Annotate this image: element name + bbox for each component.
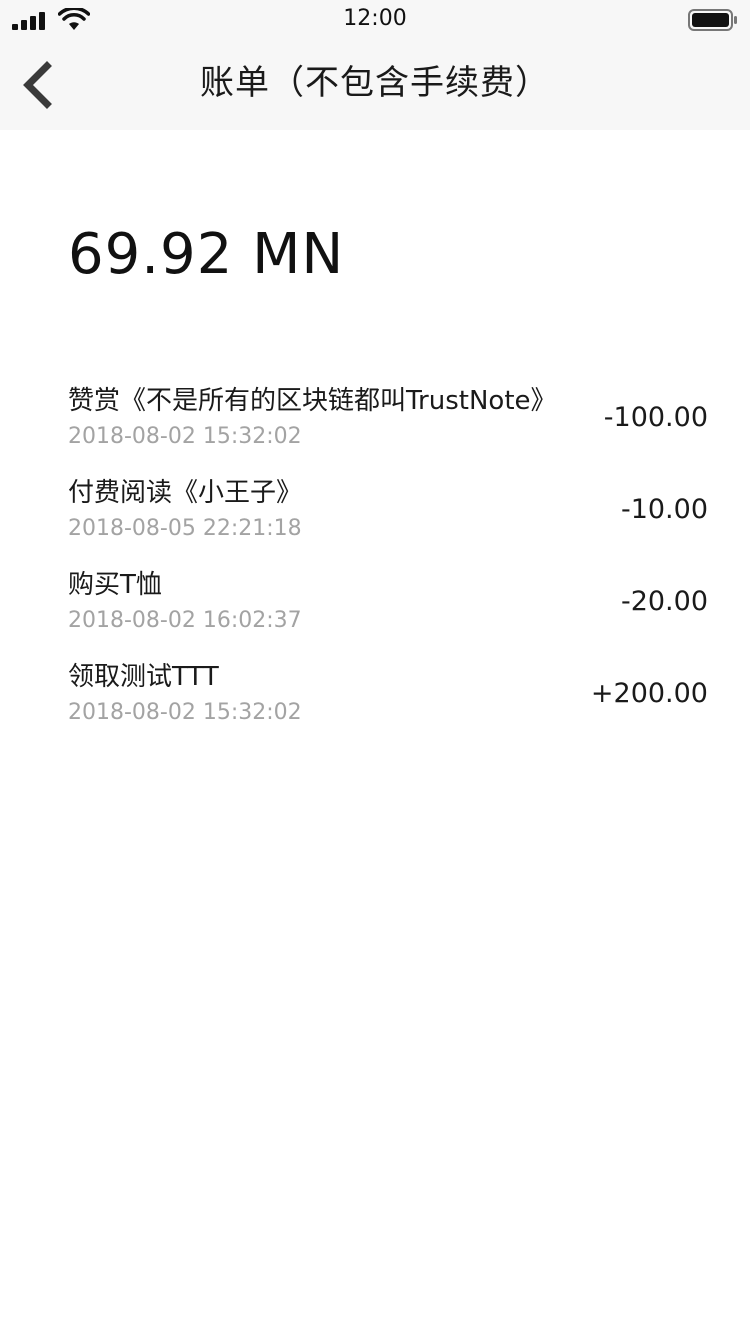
transaction-title: 购买T恤 xyxy=(68,570,162,600)
transaction-amount: -10.00 xyxy=(620,494,708,525)
page-title: 账单（不包含手续费） xyxy=(200,63,550,103)
transaction-row[interactable]: 购买T恤 2018-08-02 16:02:37 -20.00 xyxy=(68,564,710,656)
chevron-left-icon xyxy=(23,61,52,109)
battery-full-icon xyxy=(688,9,737,31)
transaction-row[interactable]: 付费阅读《小王子》 2018-08-05 22:21:18 -10.00 xyxy=(68,472,710,564)
back-button[interactable] xyxy=(14,58,62,112)
status-bar: 12:00 xyxy=(0,0,750,40)
navigation-bar: 账单（不包含手续费） xyxy=(0,40,750,130)
transaction-title: 付费阅读《小王子》 xyxy=(68,478,303,508)
transaction-list: 赞赏《不是所有的区块链都叫TrustNote》 2018-08-02 15:32… xyxy=(68,380,710,748)
transaction-time: 2018-08-02 15:32:02 xyxy=(68,424,302,449)
transaction-title: 领取测试TTT xyxy=(68,662,219,692)
status-time: 12:00 xyxy=(343,6,407,31)
transaction-time: 2018-08-02 16:02:37 xyxy=(68,608,302,633)
transaction-title: 赞赏《不是所有的区块链都叫TrustNote》 xyxy=(68,386,557,416)
transaction-row[interactable]: 领取测试TTT 2018-08-02 15:32:02 +200.00 xyxy=(68,656,710,748)
transaction-amount: +200.00 xyxy=(590,678,708,709)
transaction-amount: -100.00 xyxy=(603,402,708,433)
transaction-time: 2018-08-05 22:21:18 xyxy=(68,516,302,541)
transaction-time: 2018-08-02 15:32:02 xyxy=(68,700,302,725)
transaction-amount: -20.00 xyxy=(620,586,708,617)
transaction-row[interactable]: 赞赏《不是所有的区块链都叫TrustNote》 2018-08-02 15:32… xyxy=(68,380,710,472)
balance-amount: 69.92 MN xyxy=(68,222,345,287)
